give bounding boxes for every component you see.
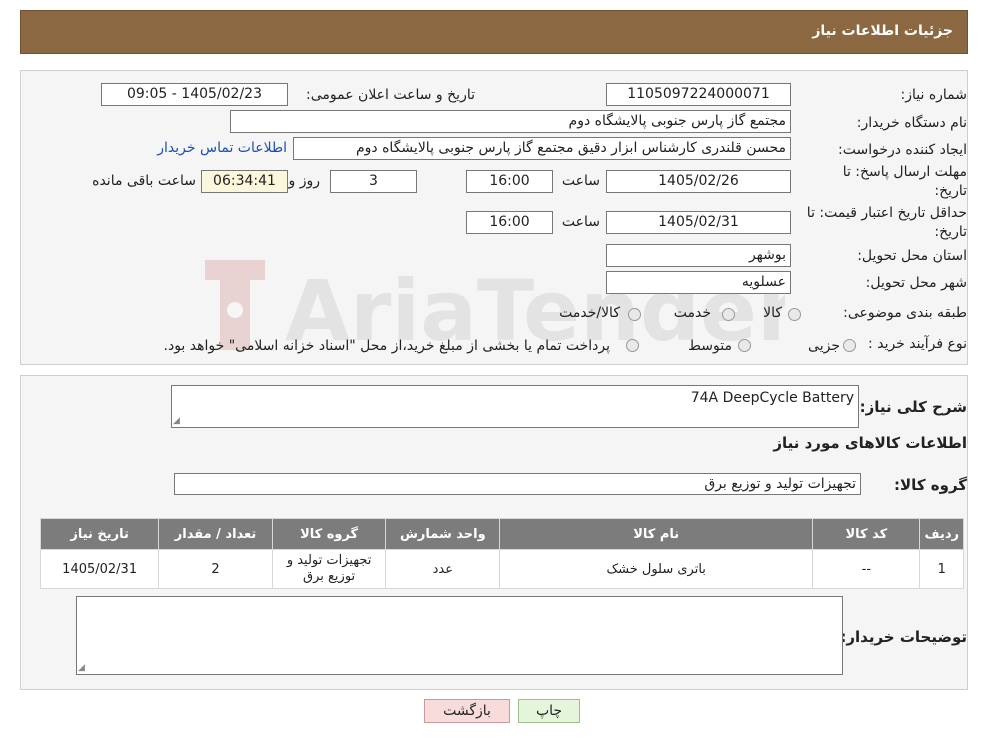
city-label: شهر محل تحویل: bbox=[865, 275, 967, 291]
process-radio-treasury[interactable] bbox=[626, 339, 639, 352]
remaining-time-field: 06:34:41 bbox=[201, 170, 288, 193]
deadline-time-field: 16:00 bbox=[466, 170, 553, 193]
buyer-notes-label: توضیحات خریدار: bbox=[840, 628, 967, 646]
days-label: روز و bbox=[288, 173, 321, 189]
process-label: نوع فرآیند خرید : bbox=[868, 336, 967, 352]
goods-info-title: اطلاعات کالاهای مورد نیاز bbox=[773, 434, 967, 452]
goods-table: ردیف کد کالا نام کالا واحد شمارش گروه کا… bbox=[39, 518, 964, 589]
process-note: پرداخت تمام یا بخشی از مبلغ خرید،از محل … bbox=[163, 338, 610, 354]
cell-unit: عدد bbox=[385, 549, 501, 589]
category-radio-service[interactable] bbox=[722, 308, 735, 321]
need-number-label: شماره نیاز: bbox=[900, 87, 968, 103]
validity-date-field: 1405/02/31 bbox=[606, 211, 791, 234]
summary-textarea[interactable]: 74A DeepCycle Battery bbox=[171, 385, 859, 428]
cell-row-number: 1 bbox=[919, 549, 964, 589]
process-option-medium: متوسط bbox=[688, 338, 732, 354]
category-radio-goods[interactable] bbox=[788, 308, 801, 321]
validity-time-field: 16:00 bbox=[466, 211, 553, 234]
city-field: عسلویه bbox=[606, 271, 791, 294]
print-button[interactable]: چاپ bbox=[518, 699, 580, 723]
process-radio-medium[interactable] bbox=[738, 339, 751, 352]
category-label: طبقه بندی موضوعی: bbox=[843, 305, 967, 321]
col-header-row-number: ردیف bbox=[919, 518, 964, 550]
announce-label: تاریخ و ساعت اعلان عمومی: bbox=[306, 87, 475, 103]
validity-label-2: تاریخ: bbox=[934, 224, 967, 240]
cell-code: -- bbox=[812, 549, 921, 589]
col-header-name: نام کالا bbox=[499, 518, 814, 550]
cell-quantity: 2 bbox=[158, 549, 273, 589]
province-label: استان محل تحویل: bbox=[857, 248, 967, 264]
buyer-notes-textarea[interactable] bbox=[76, 596, 843, 675]
category-radio-goods-service[interactable] bbox=[628, 308, 641, 321]
province-field: بوشهر bbox=[606, 244, 791, 267]
cell-group: تجهیزات تولید و توزیع برق bbox=[271, 549, 387, 589]
deadline-label: مهلت ارسال پاسخ: تا bbox=[842, 164, 967, 180]
category-option-goods: کالا bbox=[763, 305, 782, 321]
summary-resize-icon[interactable]: ◢ bbox=[173, 417, 181, 426]
col-header-need-date: تاریخ نیاز bbox=[39, 518, 160, 550]
summary-label: شرح کلی نیاز: bbox=[859, 398, 967, 416]
page-title: جزئیات اطلاعات نیاز bbox=[812, 23, 953, 39]
cell-name: باتری سلول خشک bbox=[499, 549, 814, 589]
col-header-group: گروه کالا bbox=[271, 518, 387, 550]
deadline-date-field: 1405/02/26 bbox=[606, 170, 791, 193]
group-label: گروه کالا: bbox=[894, 476, 967, 494]
creator-label: ایجاد کننده درخواست: bbox=[838, 142, 967, 158]
process-option-minor: جزیی bbox=[808, 338, 840, 354]
table-row: 1 -- باتری سلول خشک عدد تجهیزات تولید و … bbox=[39, 549, 964, 589]
back-button[interactable]: بازگشت bbox=[424, 699, 510, 723]
table-header-row: ردیف کد کالا نام کالا واحد شمارش گروه کا… bbox=[39, 518, 964, 550]
contact-info-link[interactable]: اطلاعات تماس خریدار bbox=[157, 140, 287, 156]
category-option-goods-service: کالا/خدمت bbox=[559, 305, 620, 321]
category-option-service: خدمت bbox=[673, 305, 711, 321]
col-header-quantity: تعداد / مقدار bbox=[158, 518, 273, 550]
deadline-label-2: تاریخ: bbox=[934, 183, 967, 199]
process-radio-minor[interactable] bbox=[843, 339, 856, 352]
page-header: جزئیات اطلاعات نیاز bbox=[20, 10, 968, 54]
group-field: تجهیزات تولید و توزیع برق bbox=[174, 473, 861, 495]
validity-time-label: ساعت bbox=[561, 214, 600, 230]
days-field: 3 bbox=[330, 170, 417, 193]
summary-text: 74A DeepCycle Battery bbox=[690, 390, 854, 406]
need-number-field: 1105097224000071 bbox=[606, 83, 791, 106]
col-header-unit: واحد شمارش bbox=[385, 518, 501, 550]
cell-need-date: 1405/02/31 bbox=[39, 549, 160, 589]
deadline-time-label: ساعت bbox=[561, 173, 600, 189]
remaining-label: ساعت باقی مانده bbox=[92, 173, 196, 189]
announce-field: 1405/02/23 - 09:05 bbox=[101, 83, 288, 106]
validity-label: حداقل تاریخ اعتبار قیمت: تا bbox=[806, 205, 967, 221]
buyer-field: مجتمع گاز پارس جنوبی پالایشگاه دوم bbox=[230, 110, 791, 133]
col-header-code: کد کالا bbox=[812, 518, 921, 550]
creator-field: محسن قلندری کارشناس ابزار دقیق مجتمع گاز… bbox=[293, 137, 791, 160]
buyer-notes-resize-icon[interactable]: ◢ bbox=[78, 664, 86, 673]
buyer-label: نام دستگاه خریدار: bbox=[856, 115, 967, 131]
